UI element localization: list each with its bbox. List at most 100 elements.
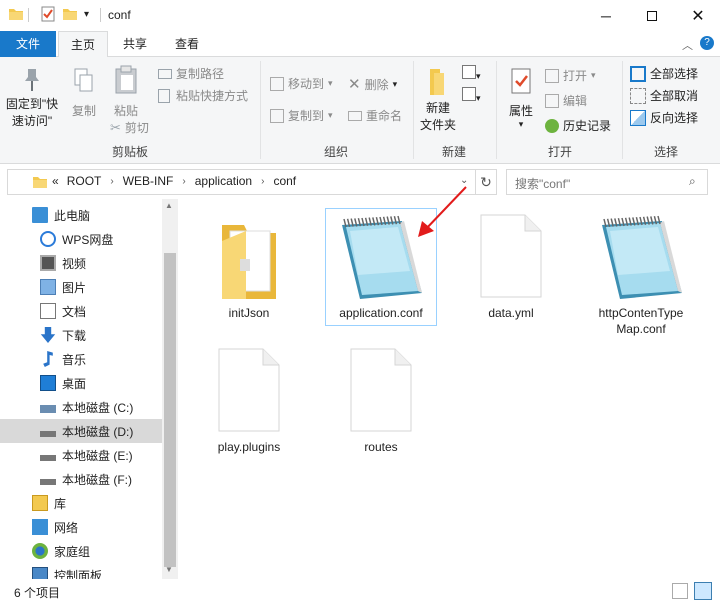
nav-item[interactable]: 本地磁盘 (E:) [0, 443, 162, 467]
folder-icon [9, 9, 23, 20]
pictures-icon [40, 279, 56, 295]
search-box[interactable]: 搜索"conf" ⌕ [506, 169, 708, 195]
help-icon[interactable]: ? [700, 36, 714, 50]
history-label: 历史记录 [563, 119, 612, 133]
easy-access-button[interactable]: ▾ [462, 87, 481, 104]
breadcrumb-item[interactable]: conf [273, 174, 296, 188]
close-button[interactable]: ✕ [675, 0, 720, 31]
nav-scrollbar[interactable]: ▲ ▼ [162, 199, 178, 579]
edit-button[interactable]: 编辑 [545, 92, 587, 109]
rename-button[interactable]: 重命名 [348, 107, 402, 124]
breadcrumb-item[interactable]: application [195, 174, 252, 188]
nav-item[interactable]: 文档 [0, 299, 162, 323]
nav-item[interactable]: 下载 [0, 323, 162, 347]
properties-label: 属性 [508, 104, 533, 118]
file-list: initJson application.conf data.yml httpCont… [180, 199, 720, 579]
nav-item[interactable]: 桌面 [0, 371, 162, 395]
chevron-right-icon[interactable]: › [261, 176, 264, 187]
invert-selection-button[interactable]: 反向选择 [630, 109, 698, 126]
history-button[interactable]: 历史记录 [545, 117, 611, 134]
details-view-icon[interactable] [672, 583, 688, 599]
nav-item[interactable]: 视频 [0, 251, 162, 275]
file-item[interactable]: data.yml [456, 209, 566, 321]
nav-item[interactable]: 库 [0, 491, 162, 515]
minimize-button[interactable]: ─ [583, 0, 629, 31]
move-to-button[interactable]: 移动到 ▾ [270, 75, 333, 92]
documents-icon [40, 303, 56, 319]
rename-label: 重命名 [366, 109, 403, 123]
close-icon: ✕ [691, 7, 705, 25]
file-name: data.yml [488, 306, 534, 320]
file-item[interactable]: initJson [194, 209, 304, 321]
large-icons-view-icon[interactable] [694, 582, 712, 600]
paste-button[interactable]: 粘贴 [106, 65, 146, 119]
chevron-right-icon[interactable]: › [110, 176, 113, 187]
search-input[interactable]: 搜索"conf" [515, 175, 570, 192]
nav-item-label: 下载 [62, 328, 87, 343]
nav-item[interactable]: 家庭组 [0, 539, 162, 563]
ribbon-separator [622, 61, 623, 159]
refresh-button[interactable]: ↻ [475, 169, 497, 195]
file-name: initJson [228, 306, 270, 320]
file-item[interactable]: routes [326, 343, 436, 455]
pin-icon [25, 69, 39, 91]
file-item[interactable]: httpContenType Map.conf [586, 209, 696, 337]
music-icon [43, 351, 53, 367]
nav-item[interactable]: 本地磁盘 (D:) [0, 419, 162, 443]
window-title: conf [108, 8, 131, 22]
network-icon [32, 519, 48, 535]
collapse-ribbon-icon[interactable]: ︿ [682, 37, 693, 53]
breadcrumb-item[interactable]: WEB-INF [123, 174, 174, 188]
scroll-up-icon[interactable]: ▲ [165, 201, 173, 210]
tab-view[interactable]: 查看 [164, 31, 210, 57]
tab-share[interactable]: 共享 [112, 31, 158, 57]
breadcrumb-overflow[interactable]: « [52, 174, 59, 188]
copy-label: 复制 [71, 104, 96, 118]
paste-shortcut-button[interactable]: 粘贴快捷方式 [158, 87, 248, 104]
nav-item[interactable]: 本地磁盘 (F:) [0, 467, 162, 491]
nav-item-label: 文档 [62, 304, 87, 319]
invert-selection-label: 反向选择 [650, 111, 699, 125]
notepad-file-icon [602, 215, 682, 299]
cloud-icon [40, 231, 56, 247]
breadcrumb-item[interactable]: ROOT [67, 174, 102, 188]
new-folder-icon[interactable] [62, 6, 78, 22]
nav-item[interactable]: 此电脑 [0, 203, 162, 227]
scrollbar-thumb[interactable] [164, 253, 176, 567]
new-folder-label: 新建 文件夹 [419, 101, 456, 132]
nav-item-label: 本地磁盘 (E:) [62, 448, 133, 463]
select-none-button[interactable]: 全部取消 [630, 87, 698, 104]
select-all-button[interactable]: 全部选择 [630, 65, 698, 82]
edit-label: 编辑 [563, 94, 588, 108]
customize-quick-access-icon[interactable]: ▾ [84, 9, 89, 20]
clipboard-group-label: 剪贴板 [111, 145, 148, 159]
maximize-button[interactable] [629, 0, 675, 31]
nav-item[interactable]: WPS网盘 [0, 227, 162, 251]
new-folder-button[interactable]: 新建 文件夹 [418, 67, 458, 134]
cut-button[interactable]: ✂ 剪切 [110, 119, 149, 136]
new-item-icon [462, 65, 476, 79]
annotation-arrow [418, 186, 467, 237]
nav-item[interactable]: 本地磁盘 (C:) [0, 395, 162, 419]
navigation-pane: 此电脑 WPS网盘 视频 图片文档下载音乐 桌面 本地磁盘 (C:) 本地磁盘 (D:) 本地… [0, 199, 178, 583]
properties-button[interactable]: 属性 ▾ [503, 67, 539, 130]
copy-button[interactable]: 复制 [66, 67, 102, 119]
scroll-down-icon[interactable]: ▼ [165, 565, 173, 574]
properties-check-icon[interactable] [40, 6, 56, 22]
delete-button[interactable]: ✕ 删除 ▾ [348, 75, 397, 93]
nav-item[interactable]: 网络 [0, 515, 162, 539]
new-item-button[interactable]: ▾ [462, 65, 481, 82]
open-button[interactable]: 打开 ▾ [545, 67, 596, 84]
select-all-label: 全部选择 [650, 67, 699, 81]
search-icon: ⌕ [689, 174, 696, 188]
folder-icon [222, 225, 276, 299]
chevron-right-icon[interactable]: › [182, 176, 185, 187]
nav-item[interactable]: 音乐 [0, 347, 162, 371]
copy-to-button[interactable]: 复制到 ▾ [270, 107, 333, 124]
copy-path-button[interactable]: 复制路径 [158, 65, 224, 82]
tab-home[interactable]: 主页 [58, 31, 108, 58]
pin-quick-access-button[interactable]: 固定到"快 速访问" [4, 67, 60, 130]
tab-file[interactable]: 文件 [0, 31, 56, 57]
nav-item[interactable]: 图片 [0, 275, 162, 299]
file-item[interactable]: play.plugins [194, 343, 304, 455]
